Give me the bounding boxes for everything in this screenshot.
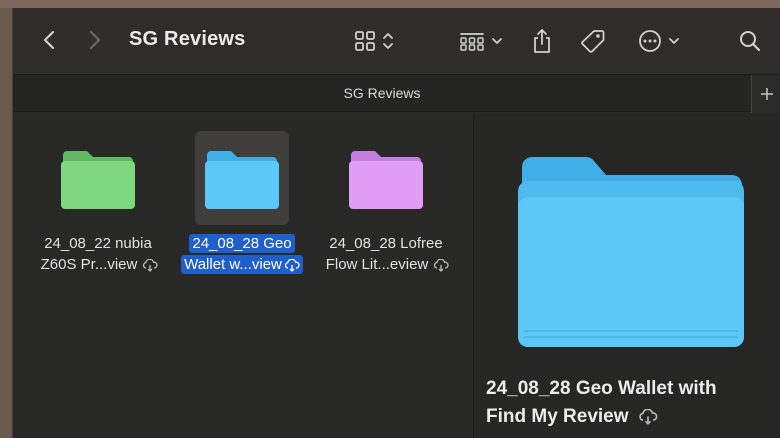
large-folder-icon: [518, 157, 744, 347]
plus-icon: [760, 88, 773, 100]
finder-window: SG Reviews SG Reviews 24_08_22 nubia Z60…: [12, 8, 780, 438]
folder-body: [61, 161, 135, 209]
folder-icon: [205, 151, 279, 209]
window-title: SG Reviews: [129, 28, 246, 50]
chevron-left-icon: [43, 30, 55, 50]
group-by-icon: [460, 33, 484, 51]
search-icon: [740, 31, 761, 52]
folder-thumbnail: [195, 131, 289, 225]
folder-item-geo-wallet[interactable]: 24_08_28 Geo Wallet w...view: [167, 131, 317, 275]
folder-body: [205, 161, 279, 209]
folder-item-nubia[interactable]: 24_08_22 nubia Z60S Pr...view: [23, 131, 173, 275]
tab-sg-reviews[interactable]: SG Reviews: [13, 85, 751, 101]
tag-button[interactable]: [579, 27, 607, 55]
folder-item-lofree[interactable]: 24_08_28 Lofree Flow Lit...eview: [311, 131, 461, 275]
folder-icon: [61, 151, 135, 209]
ellipsis-icon: [639, 30, 661, 52]
icloud-download-icon[interactable]: [433, 258, 449, 272]
folder-thumbnail: [339, 131, 433, 225]
folder-icon: [349, 151, 423, 209]
chevron-down-icon: [492, 38, 502, 44]
share-icon: [534, 29, 550, 53]
forward-button[interactable]: [83, 28, 107, 52]
file-label: 24_08_28 Geo Wallet w...view: [167, 233, 317, 275]
back-button[interactable]: [37, 28, 61, 52]
desktop-strip: [0, 0, 780, 8]
search-button[interactable]: [737, 28, 763, 54]
file-label: 24_08_28 Lofree Flow Lit...eview: [311, 233, 461, 275]
icloud-download-icon[interactable]: [638, 408, 658, 425]
file-label: 24_08_22 nubia Z60S Pr...view: [23, 233, 173, 275]
tag-icon: [581, 30, 605, 53]
up-down-chevron-icon: [383, 33, 393, 49]
icloud-download-icon[interactable]: [284, 258, 300, 272]
preview-pane: 24_08_28 Geo Wallet with Find My Review: [473, 113, 780, 438]
chevron-down-icon: [669, 38, 679, 44]
toolbar: SG Reviews: [13, 8, 780, 74]
folder-body: [349, 161, 423, 209]
chevron-right-icon: [89, 30, 101, 50]
grid-view-icon: [355, 31, 375, 51]
share-button[interactable]: [529, 26, 555, 56]
view-mode-button[interactable]: [349, 28, 399, 54]
selected-label-line: Wallet w...view: [181, 255, 303, 274]
icloud-download-icon[interactable]: [142, 258, 158, 272]
file-icon-grid: 24_08_22 nubia Z60S Pr...view 24_08_28 G…: [13, 113, 472, 438]
new-tab-button[interactable]: [751, 75, 780, 113]
folder-thumbnail: [51, 131, 145, 225]
more-actions-button[interactable]: [635, 28, 683, 54]
tab-bar: SG Reviews: [13, 74, 780, 113]
preview-title: 24_08_28 Geo Wallet with Find My Review: [486, 378, 717, 427]
group-by-button[interactable]: [455, 28, 507, 54]
